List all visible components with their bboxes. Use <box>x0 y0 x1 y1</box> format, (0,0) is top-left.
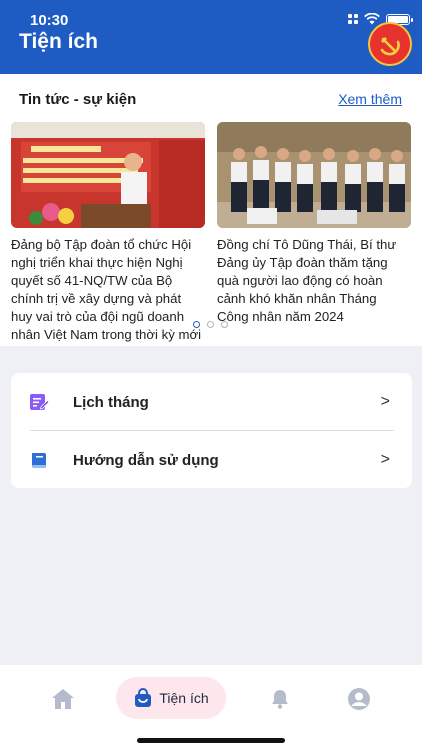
news-thumbnail[interactable] <box>11 122 205 228</box>
home-indicator <box>137 738 285 743</box>
tab-utilities[interactable]: Tiện ích <box>116 677 226 719</box>
edit-calendar-icon <box>30 394 49 410</box>
pager-dot[interactable] <box>221 321 228 328</box>
pager-dot[interactable] <box>207 321 214 328</box>
tab-home[interactable] <box>46 681 80 717</box>
book-icon <box>32 453 46 469</box>
news-section-title: Tin tức - sự kiện <box>19 91 137 108</box>
party-emblem-icon[interactable] <box>368 22 412 66</box>
menu-item-label: Hướng dẫn sử dụng <box>73 451 219 469</box>
menu-item-monthly-calendar[interactable]: Lịch tháng > <box>11 374 412 430</box>
pager-dot-active[interactable] <box>193 321 200 328</box>
news-caption[interactable]: Đảng bộ Tập đoàn tổ chức Hội nghị triển … <box>11 236 205 344</box>
bell-icon <box>272 690 288 709</box>
page-title: Tiện ích <box>19 30 98 53</box>
news-section: Tin tức - sự kiện Xem thêm Đảng bộ Tập đ <box>0 74 422 346</box>
hammer-sickle-icon <box>380 37 400 56</box>
news-card[interactable]: Đồng chí Tô Dũng Thái, Bí thư Đảng ủy Tậ… <box>217 122 411 326</box>
news-thumbnail[interactable] <box>217 122 411 228</box>
signal-icon <box>348 14 358 24</box>
status-time: 10:30 <box>30 12 69 29</box>
tab-notifications[interactable] <box>264 681 296 717</box>
tab-profile[interactable] <box>344 681 374 717</box>
status-icons <box>348 13 413 25</box>
menu-item-user-guide[interactable]: Hướng dẫn sử dụng > <box>11 432 412 488</box>
chevron-right-icon: > <box>380 393 390 410</box>
bag-icon <box>135 688 152 707</box>
wifi-icon <box>364 13 380 25</box>
carousel-pager[interactable] <box>193 321 228 328</box>
profile-icon <box>348 688 370 710</box>
menu-item-label: Lịch tháng <box>73 393 149 411</box>
app-header: 10:30 Tiện ích <box>0 0 422 74</box>
home-icon <box>52 689 74 709</box>
news-caption[interactable]: Đồng chí Tô Dũng Thái, Bí thư Đảng ủy Tậ… <box>217 236 411 326</box>
news-card[interactable]: Đảng bộ Tập đoàn tổ chức Hội nghị triển … <box>11 122 205 344</box>
chevron-right-icon: > <box>380 451 390 468</box>
tab-utilities-label: Tiện ích <box>159 690 209 706</box>
menu-divider <box>30 430 394 431</box>
utility-menu: Lịch tháng > Hướng dẫn sử dụng > <box>11 373 412 488</box>
see-more-link[interactable]: Xem thêm <box>338 91 402 107</box>
